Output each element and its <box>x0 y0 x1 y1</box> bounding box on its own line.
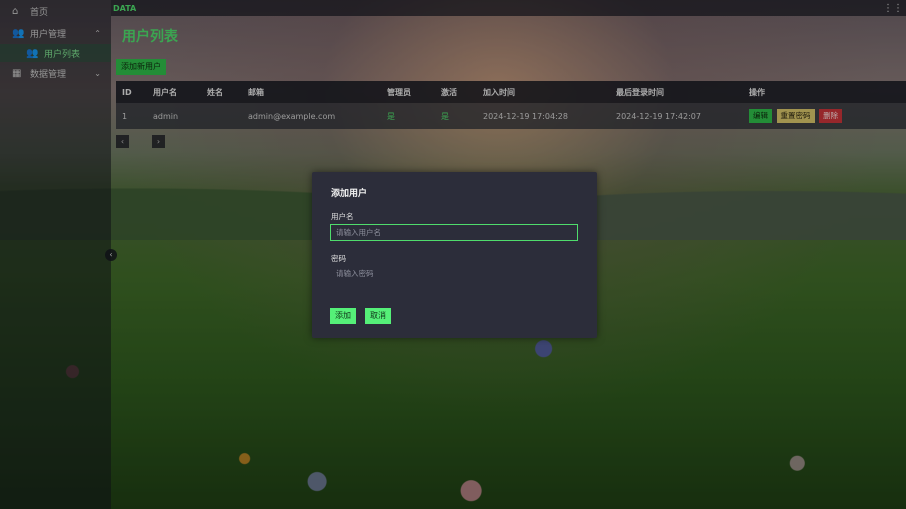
add-button[interactable]: 添加 <box>330 308 356 324</box>
username-input[interactable] <box>330 224 578 241</box>
cancel-button[interactable]: 取消 <box>365 308 391 324</box>
username-label: 用户名 <box>331 212 354 221</box>
password-label: 密码 <box>331 254 346 263</box>
add-user-dialog: 添加用户 用户名 密码 添加 取消 <box>312 172 597 338</box>
password-input[interactable] <box>330 265 578 282</box>
dialog-title: 添加用户 <box>331 189 368 199</box>
